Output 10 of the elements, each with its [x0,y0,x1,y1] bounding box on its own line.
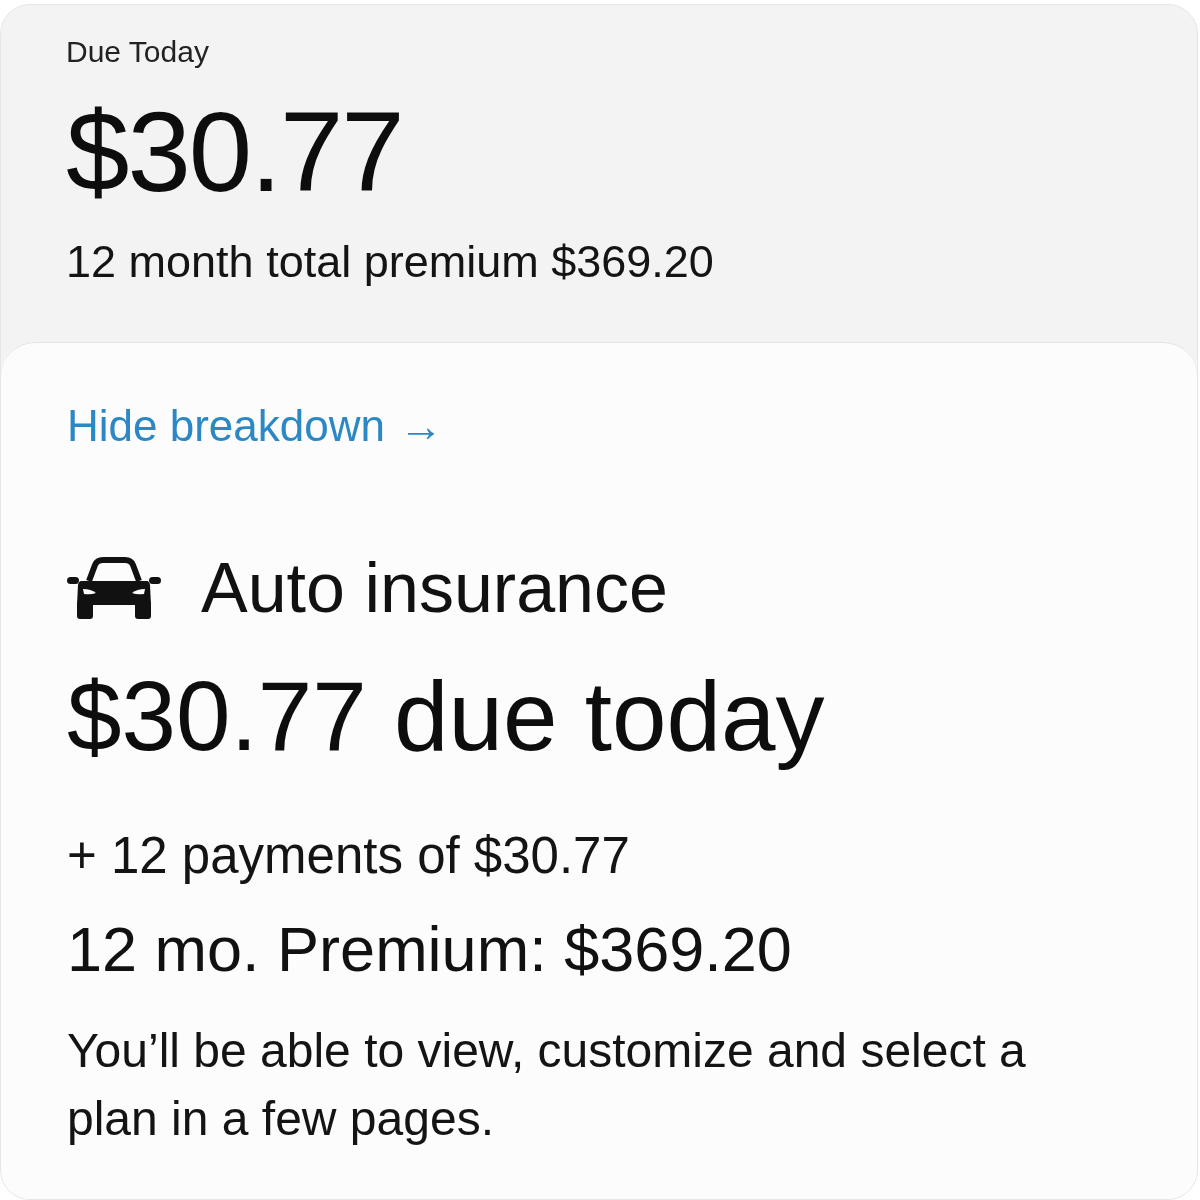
due-today-label: Due Today [66,34,209,70]
due-today-heading: $30.77 due today [67,661,825,771]
premium-text: 12 mo. Premium: $369.20 [67,913,792,985]
total-premium-text: 12 month total premium $369.20 [66,235,714,289]
car-icon [67,557,161,619]
product-title: Auto insurance [201,548,668,628]
plan-note: You’ll be able to view, customize and select a plan in a few pages. [67,1023,1027,1147]
payments-text: + 12 payments of $30.77 [67,826,630,886]
hide-breakdown-link[interactable]: Hide breakdown → [67,400,443,452]
due-today-amount: $30.77 [66,92,403,212]
